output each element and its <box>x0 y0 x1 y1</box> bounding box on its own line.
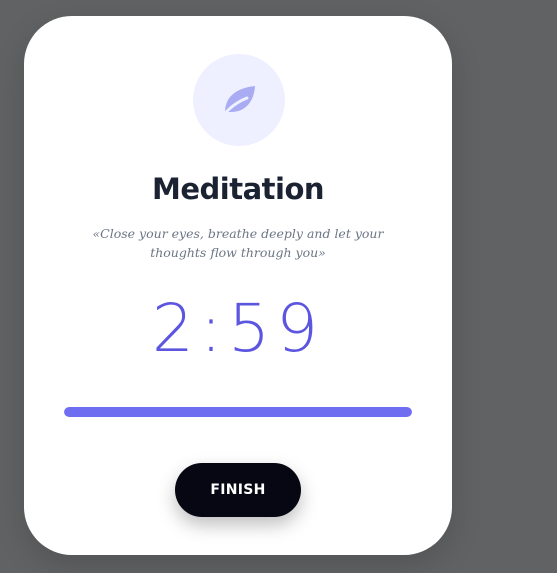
meditation-quote: «Close your eyes, breathe deeply and let… <box>92 226 384 260</box>
finish-button[interactable]: FINISH <box>175 463 301 517</box>
countdown-timer: 2:59 <box>151 290 325 367</box>
leaf-icon <box>221 86 255 118</box>
icon-badge <box>193 54 285 146</box>
meditation-card: Meditation «Close your eyes, breathe dee… <box>24 16 452 555</box>
page-title: Meditation <box>151 172 325 206</box>
progress-bar <box>64 407 412 417</box>
progress-fill <box>64 407 412 417</box>
